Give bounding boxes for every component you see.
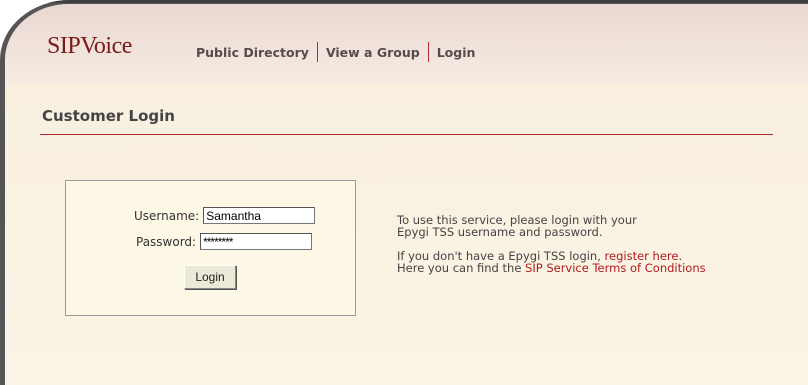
header: SIPVoice Public Directory View a Group L… — [5, 4, 808, 82]
login-button[interactable]: Login — [184, 265, 236, 289]
page-panel: SIPVoice Public Directory View a Group L… — [5, 4, 808, 385]
info-line-2: Epygi TSS username and password. — [397, 225, 603, 239]
nav-public-directory[interactable]: Public Directory — [196, 45, 309, 60]
nav-separator — [427, 42, 429, 62]
info-line-4-text: Here you can find the — [397, 261, 526, 275]
username-label: Username: — [134, 208, 200, 223]
top-nav: Public Directory View a Group Login — [196, 42, 475, 62]
nav-separator — [316, 42, 318, 62]
password-field[interactable] — [200, 233, 313, 250]
title-divider — [40, 134, 773, 135]
login-form: Username: Password: Login — [65, 180, 356, 316]
page-title: Customer Login — [42, 107, 175, 125]
password-row: Password: — [136, 233, 313, 250]
window-frame: SIPVoice Public Directory View a Group L… — [0, 0, 808, 385]
username-row: Username: — [134, 207, 316, 224]
username-field[interactable] — [203, 207, 316, 224]
nav-view-a-group[interactable]: View a Group — [326, 45, 420, 60]
info-line-4: Here you can find the SIP Service Terms … — [397, 262, 706, 274]
password-label: Password: — [136, 234, 197, 249]
terms-link[interactable]: SIP Service Terms of Conditions — [525, 261, 706, 275]
login-info: To use this service, please login with y… — [397, 214, 706, 274]
nav-login[interactable]: Login — [437, 45, 476, 60]
frame-top-border — [0, 0, 808, 3]
sipvoice-logo[interactable]: SIPVoice — [47, 34, 132, 58]
